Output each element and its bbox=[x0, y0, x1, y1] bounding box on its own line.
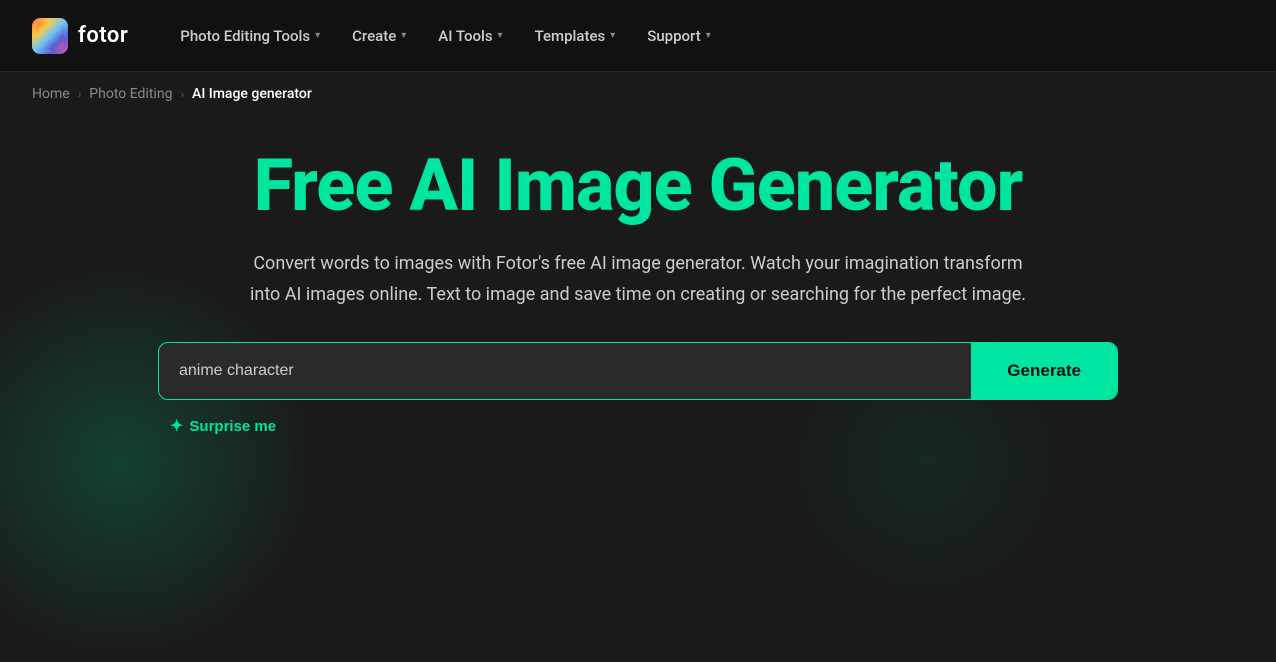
nav-item-support[interactable]: Support ▾ bbox=[635, 19, 723, 53]
sparkle-icon: ✦ bbox=[170, 416, 183, 436]
breadcrumb-separator-1: › bbox=[78, 87, 82, 101]
surprise-me-button[interactable]: ✦ Surprise me bbox=[162, 412, 284, 440]
chevron-down-icon: ▾ bbox=[610, 30, 615, 41]
breadcrumb-photo-editing[interactable]: Photo Editing bbox=[89, 86, 172, 102]
chevron-down-icon: ▾ bbox=[498, 30, 503, 41]
search-input[interactable] bbox=[159, 344, 971, 398]
chevron-down-icon: ▾ bbox=[706, 30, 711, 41]
search-area: Generate ✦ Surprise me bbox=[158, 342, 1118, 440]
breadcrumb-current: AI Image generator bbox=[192, 86, 312, 102]
chevron-down-icon: ▾ bbox=[315, 30, 320, 41]
fotor-logo-icon bbox=[32, 18, 68, 54]
search-bar: Generate bbox=[158, 342, 1118, 400]
nav-item-photo-editing-tools[interactable]: Photo Editing Tools ▾ bbox=[168, 19, 332, 53]
logo-text: fotor bbox=[78, 23, 128, 48]
navbar: fotor Photo Editing Tools ▾ Create ▾ AI … bbox=[0, 0, 1276, 72]
chevron-down-icon: ▾ bbox=[401, 30, 406, 41]
breadcrumb: Home › Photo Editing › AI Image generato… bbox=[0, 72, 1276, 116]
nav-item-create[interactable]: Create ▾ bbox=[340, 19, 418, 53]
main-content: Free AI Image Generator Convert words to… bbox=[0, 116, 1276, 440]
generate-button[interactable]: Generate bbox=[971, 343, 1117, 399]
hero-description: Convert words to images with Fotor's fre… bbox=[248, 249, 1028, 310]
nav-item-ai-tools[interactable]: AI Tools ▾ bbox=[426, 19, 514, 53]
nav-item-templates[interactable]: Templates ▾ bbox=[523, 19, 628, 53]
breadcrumb-home[interactable]: Home bbox=[32, 86, 70, 102]
nav-items: Photo Editing Tools ▾ Create ▾ AI Tools … bbox=[168, 19, 1244, 53]
breadcrumb-separator-2: › bbox=[180, 87, 184, 101]
logo[interactable]: fotor bbox=[32, 18, 128, 54]
hero-title: Free AI Image Generator bbox=[254, 146, 1023, 225]
